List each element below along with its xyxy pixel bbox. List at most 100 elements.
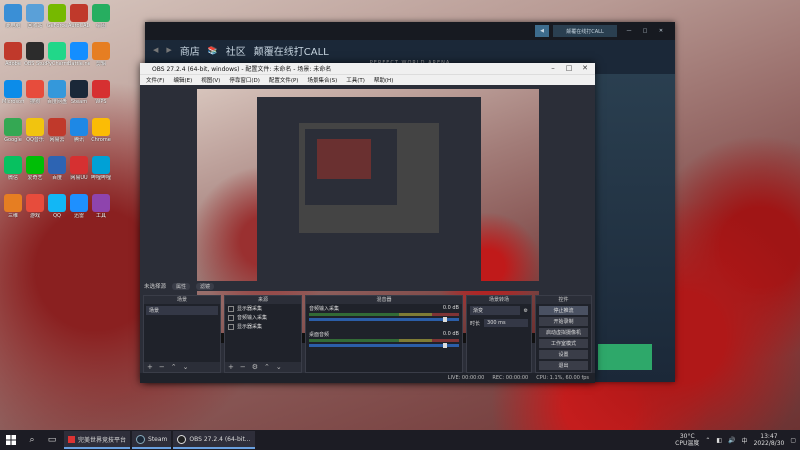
volume-slider[interactable]	[309, 317, 459, 322]
volume-icon[interactable]: 🔊	[728, 437, 735, 444]
menu-item[interactable]: 停靠窗口(D)	[229, 76, 260, 84]
desktop-icon[interactable]: WPS	[90, 80, 112, 105]
desktop-icon[interactable]: Battle.net	[68, 42, 90, 67]
network-icon[interactable]: ◧	[716, 437, 722, 444]
menu-item[interactable]: 配置文件(P)	[269, 76, 299, 84]
desktop-icon[interactable]: AutoCAD 2014	[68, 4, 90, 29]
nav-community[interactable]: 社区	[226, 43, 246, 58]
desktop-icon[interactable]: 绘图	[90, 4, 112, 29]
nav-user[interactable]: 颠覆在线打CALL	[254, 43, 329, 58]
desktop-icon[interactable]: 微信	[2, 156, 24, 181]
desktop-icon[interactable]: 搜狗	[24, 80, 46, 105]
menu-item[interactable]: 场景集合(S)	[307, 76, 337, 84]
desktop-icon[interactable]: Chrome	[90, 118, 112, 143]
stop-stream-button[interactable]: 停止推流	[539, 306, 588, 315]
desktop-icon[interactable]: 网易UU	[68, 156, 90, 181]
taskbar-task[interactable]: OBS 27.2.4 (64-bit...	[173, 431, 255, 449]
steam-play-button[interactable]	[598, 344, 652, 370]
maximize-icon[interactable]: □	[561, 63, 577, 74]
chevron-up-icon[interactable]: ⌃	[705, 437, 710, 444]
taskbar-task[interactable]: Steam	[132, 431, 172, 449]
menu-item[interactable]: 编辑(E)	[173, 76, 192, 84]
weather-widget[interactable]: 30°C CPU温度	[675, 433, 699, 447]
transition-select[interactable]: 渐变	[470, 306, 520, 315]
cpu-status: CPU: 1.1%, 60.00 fps	[536, 375, 589, 381]
virtual-camera-button[interactable]: 启动虚拟摄像机	[539, 328, 588, 337]
desktop-icon[interactable]: PyCharm	[46, 42, 68, 67]
remove-icon[interactable]: −	[159, 363, 165, 371]
app-icon	[92, 42, 110, 60]
task-view-icon[interactable]: ▭	[42, 430, 62, 450]
ime-icon[interactable]: 中	[742, 436, 748, 445]
desktop-icon-grid: 此电脑回收站GeForceAutoCAD 2014 绘图 AdobeOBS Stud…	[0, 0, 130, 430]
add-icon[interactable]: +	[228, 363, 234, 371]
desktop-icon[interactable]: 游戏	[24, 194, 46, 219]
desktop-icon[interactable]: 百度	[46, 156, 68, 181]
desktop-icon[interactable]: 三维	[2, 194, 24, 219]
desktop-icon[interactable]: 迅雷	[68, 194, 90, 219]
filters-button[interactable]: 滤镜	[196, 282, 215, 290]
start-button[interactable]	[0, 430, 22, 450]
studio-mode-button[interactable]: 工作室模式	[539, 339, 588, 348]
desktop-icon[interactable]: 剪辑	[90, 42, 112, 67]
desktop-icon[interactable]: 此电脑	[2, 4, 24, 29]
nav-store[interactable]: 商店	[180, 43, 200, 58]
desktop-icon[interactable]: 回收站	[24, 4, 46, 29]
desktop-icon[interactable]: Adobe	[2, 42, 24, 67]
remove-icon[interactable]: −	[240, 363, 246, 371]
settings-button[interactable]: 设置	[539, 350, 588, 359]
down-icon[interactable]: ⌄	[183, 363, 189, 371]
source-item[interactable]: 显示器采集	[225, 322, 301, 331]
desktop-icon[interactable]: QQ	[46, 194, 68, 219]
maximize-icon[interactable]: □	[639, 25, 651, 37]
gear-icon[interactable]: ⚙	[524, 308, 528, 314]
minimize-icon[interactable]: –	[545, 63, 561, 74]
app-icon	[92, 194, 110, 212]
taskbar-task[interactable]: 完美世界竞技平台	[64, 431, 131, 449]
menu-item[interactable]: 帮助(H)	[374, 76, 393, 84]
desktop-icon[interactable]: Google	[2, 118, 24, 143]
desktop-icon[interactable]: Steam	[68, 80, 90, 105]
desktop-icon[interactable]: 工具	[90, 194, 112, 219]
forward-icon[interactable]: ▶	[166, 46, 171, 54]
slider-knob[interactable]	[443, 343, 447, 348]
scene-item[interactable]: 场景	[146, 306, 218, 315]
close-icon[interactable]: ✕	[577, 63, 593, 74]
desktop-icon[interactable]: QQ音乐	[24, 118, 46, 143]
source-item[interactable]: 显示器采集	[225, 304, 301, 313]
gear-icon[interactable]: ⚙	[252, 363, 258, 371]
library-icon[interactable]: 📚	[208, 46, 218, 55]
menu-item[interactable]: 工具(T)	[346, 76, 365, 84]
down-icon[interactable]: ⌄	[276, 363, 282, 371]
search-icon[interactable]: ⌕	[22, 430, 42, 450]
duration-input[interactable]: 300 ms	[484, 319, 528, 327]
clock[interactable]: 13:47 2022/8/30	[754, 433, 785, 447]
steam-friend-button[interactable]: 颠覆在线打CALL	[553, 25, 617, 37]
desktop-icon[interactable]: 百度网盘	[46, 80, 68, 105]
up-icon[interactable]: ⌃	[171, 363, 177, 371]
steam-broadcast-icon[interactable]: ◀	[535, 25, 549, 37]
desktop-icon[interactable]: 哔哩哔哩	[90, 156, 112, 181]
app-icon	[92, 4, 110, 22]
source-item[interactable]: 音频输入采集	[225, 313, 301, 322]
notification-icon[interactable]: ▢	[790, 437, 796, 444]
close-icon[interactable]: ✕	[655, 25, 667, 37]
volume-slider[interactable]	[309, 343, 459, 348]
desktop-icon[interactable]: 网易云	[46, 118, 68, 143]
desktop-icon[interactable]: Microsoft Edge	[2, 80, 24, 105]
desktop-icon[interactable]: 爱奇艺	[24, 156, 46, 181]
properties-button[interactable]: 属性	[172, 282, 191, 290]
menu-item[interactable]: 视图(V)	[201, 76, 220, 84]
desktop-icon-label: Adobe	[5, 61, 21, 67]
add-icon[interactable]: +	[147, 363, 153, 371]
menu-item[interactable]: 文件(F)	[146, 76, 164, 84]
start-recording-button[interactable]: 开始录制	[539, 317, 588, 326]
desktop-icon[interactable]: OBS Studio	[24, 42, 46, 67]
minimize-icon[interactable]: —	[623, 25, 635, 37]
desktop-icon[interactable]: 腾讯	[68, 118, 90, 143]
back-icon[interactable]: ◀	[153, 46, 158, 54]
slider-knob[interactable]	[443, 317, 447, 322]
up-icon[interactable]: ⌃	[264, 363, 270, 371]
exit-button[interactable]: 退出	[539, 361, 588, 370]
desktop-icon[interactable]: GeForce	[46, 4, 68, 29]
